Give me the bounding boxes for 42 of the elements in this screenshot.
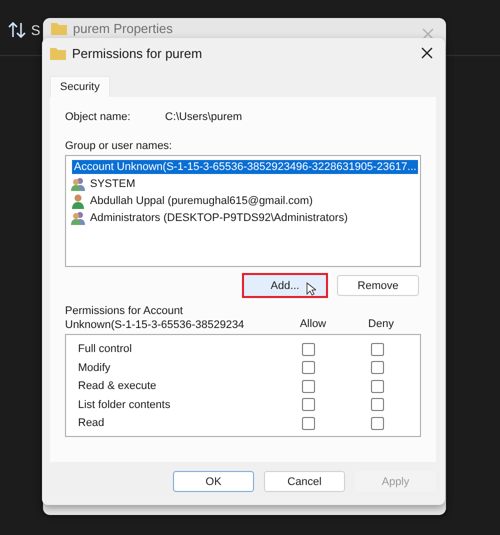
cursor-icon — [306, 282, 316, 296]
dialog-button[interactable]: OK — [173, 471, 254, 492]
checkbox[interactable] — [302, 416, 315, 430]
users-icon — [70, 210, 86, 226]
close-icon[interactable] — [421, 47, 433, 59]
object-name-label: Object name: — [65, 111, 131, 123]
object-name-value: C:\Users\purem — [165, 111, 242, 123]
list-item[interactable]: Abdullah Uppal (puremughal615@gmail.com) — [88, 194, 315, 208]
checkbox[interactable] — [371, 361, 384, 374]
column-header: Allow — [298, 318, 328, 330]
checkbox[interactable] — [371, 416, 384, 430]
dialog-button[interactable]: Add... — [244, 275, 326, 296]
checkbox[interactable] — [371, 342, 384, 356]
checkbox[interactable] — [371, 380, 384, 393]
dialog-button[interactable]: Cancel — [264, 471, 345, 492]
tab[interactable]: Security — [50, 76, 110, 97]
permission-label: List folder contents — [78, 398, 172, 411]
dialog-button[interactable]: Remove — [337, 275, 419, 296]
permission-label: Read & execute — [78, 380, 158, 392]
toolbar-label[interactable]: S — [31, 22, 40, 38]
list-item[interactable]: Account Unknown(S-1-15-3-65536-3852923496-3228631905-23617... — [72, 160, 418, 174]
list-item[interactable]: SYSTEM — [88, 176, 138, 190]
sort-icon[interactable] — [8, 22, 26, 38]
window-title: purem Properties — [73, 21, 173, 36]
permissions-label: Permissions for Account Unknown(S-1-15-3-65536-38529234 — [65, 304, 245, 332]
checkbox[interactable] — [302, 398, 315, 412]
column-header: Deny — [367, 318, 395, 330]
permission-label: Full control — [78, 343, 133, 356]
window-title: Permissions for purem — [72, 46, 204, 60]
permission-label: Modify — [78, 362, 112, 374]
user-icon — [70, 192, 86, 208]
users-icon — [70, 176, 86, 192]
checkbox[interactable] — [302, 380, 315, 393]
checkbox[interactable] — [302, 342, 315, 356]
checkbox[interactable] — [371, 398, 384, 412]
permission-label: Read — [78, 417, 106, 430]
checkbox[interactable] — [302, 361, 315, 374]
folder-icon — [50, 46, 66, 60]
list-item[interactable]: Administrators (DESKTOP-P9TDS92\Administrators) — [88, 210, 350, 224]
group-list[interactable]: Account Unknown(S-1-15-3-65536-3852923496-3228631905-23617... SYSTEM Abdullah Uppal (puremughal615@gmail.com) Administrators (DESKTOP-P9TDS92\Administrators) — [65, 155, 421, 267]
folder-icon — [51, 22, 67, 35]
group-list-label: Group or user names: — [65, 140, 173, 152]
